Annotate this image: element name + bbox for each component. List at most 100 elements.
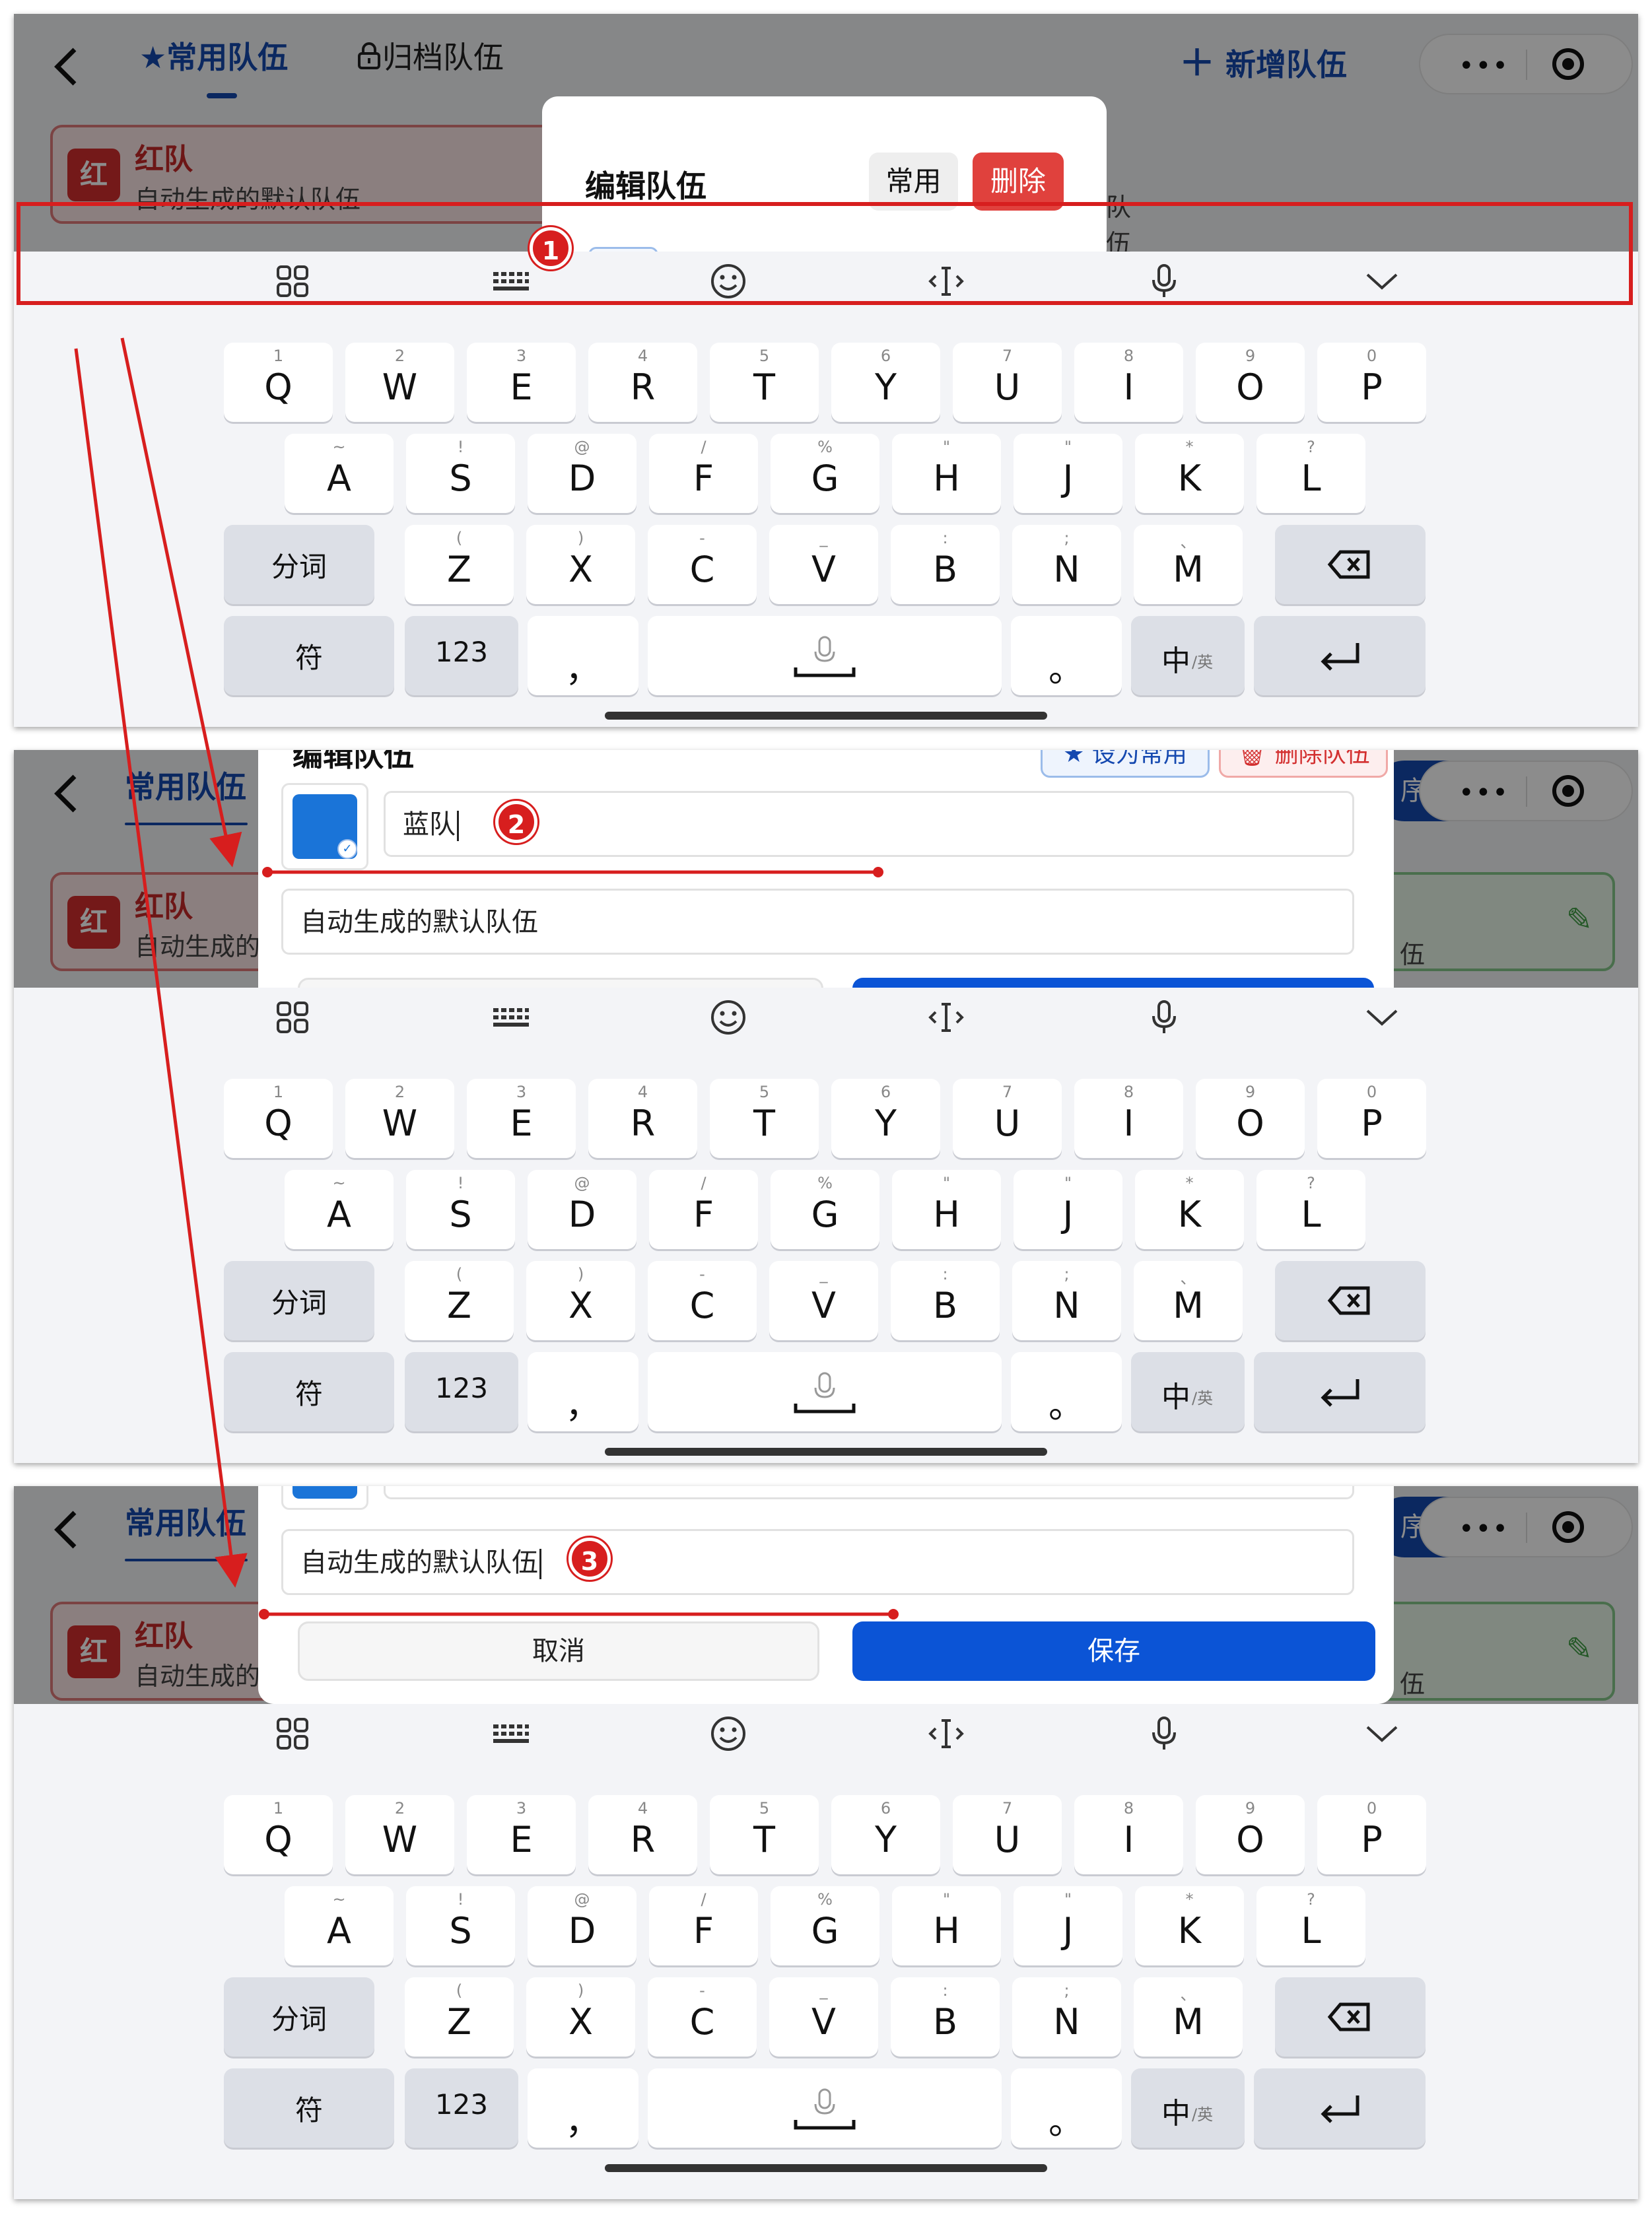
chevron-down-icon[interactable] <box>1362 1714 1402 1753</box>
key-k[interactable]: * K <box>1135 434 1244 513</box>
space-key[interactable] <box>648 2068 1002 2148</box>
key-r[interactable]: 4R <box>588 1079 697 1158</box>
key-y[interactable]: 6Y <box>831 1079 940 1158</box>
key-l[interactable]: ? L <box>1256 1170 1365 1249</box>
key-h[interactable]: " H <box>892 1886 1001 1965</box>
key-b[interactable]: :B <box>891 525 1000 604</box>
language-toggle-key[interactable]: 中/英 <box>1131 2068 1245 2148</box>
microphone-icon[interactable] <box>1144 1714 1184 1753</box>
color-picker[interactable]: ✓ <box>281 783 368 870</box>
key-x[interactable]: ) X <box>526 1977 635 2057</box>
save-button[interactable]: 保存 <box>852 1621 1375 1681</box>
backspace-key[interactable] <box>1275 525 1426 604</box>
symbol-key[interactable]: 符 <box>224 616 394 695</box>
symbol-key[interactable]: 符 <box>224 1352 394 1431</box>
language-toggle-key[interactable]: 中/英 <box>1131 1352 1245 1431</box>
color-picker[interactable] <box>281 1486 368 1510</box>
segment-key[interactable]: 分词 <box>224 525 374 604</box>
key-g[interactable]: % G <box>771 434 879 513</box>
key-s[interactable]: ! S <box>406 1170 515 1249</box>
key-z[interactable]: (Z <box>405 1977 514 2057</box>
key-p[interactable]: 0P <box>1317 1795 1426 1874</box>
key-h[interactable]: " H <box>892 1170 1001 1249</box>
key-p[interactable]: 0P <box>1317 1079 1426 1158</box>
key-m[interactable]: 、 M <box>1134 1261 1243 1340</box>
key-r[interactable]: 4R <box>588 343 697 422</box>
key-d[interactable]: @ D <box>528 1886 637 1965</box>
key-b[interactable]: :B <box>891 1261 1000 1340</box>
key-u[interactable]: 7U <box>953 343 1062 422</box>
set-common-button[interactable]: ★ 设为常用 <box>1041 750 1210 778</box>
key-f[interactable]: / F <box>649 434 758 513</box>
key-j[interactable]: " J <box>1014 1170 1122 1249</box>
team-description-input[interactable]: 自动生成的默认队伍 <box>281 1529 1354 1595</box>
key-y[interactable]: 6Y <box>831 343 940 422</box>
key-f[interactable]: / F <box>649 1886 758 1965</box>
key-w[interactable]: 2W <box>345 1079 454 1158</box>
key-o[interactable]: 9O <box>1196 1795 1305 1874</box>
key-q[interactable]: 1Q <box>224 343 333 422</box>
key-o[interactable]: 9O <box>1196 1079 1305 1158</box>
emoji-icon[interactable] <box>708 998 748 1037</box>
period-key[interactable]: 。 <box>1011 2068 1122 2148</box>
key-j[interactable]: " J <box>1014 1886 1122 1965</box>
comma-key[interactable]: ， <box>528 1352 638 1431</box>
microphone-icon[interactable] <box>1144 998 1184 1037</box>
key-a[interactable]: ~ A <box>285 1170 394 1249</box>
key-d[interactable]: @ D <box>528 1170 637 1249</box>
key-f[interactable]: / F <box>649 1170 758 1249</box>
symbol-key[interactable]: 符 <box>224 2068 394 2148</box>
key-n[interactable]: ; N <box>1012 525 1121 604</box>
apps-grid-icon[interactable] <box>273 1714 312 1753</box>
key-c[interactable]: -C <box>648 1977 757 2057</box>
segment-key[interactable]: 分词 <box>224 1261 374 1340</box>
key-h[interactable]: " H <box>892 434 1001 513</box>
space-key[interactable] <box>648 616 1002 695</box>
team-name-input[interactable] <box>384 1486 1354 1499</box>
key-g[interactable]: % G <box>771 1170 879 1249</box>
key-o[interactable]: 9O <box>1196 343 1305 422</box>
key-g[interactable]: % G <box>771 1886 879 1965</box>
key-l[interactable]: ? L <box>1256 1886 1365 1965</box>
key-x[interactable]: ) X <box>526 1261 635 1340</box>
key-i[interactable]: 8I <box>1074 1079 1183 1158</box>
key-t[interactable]: 5T <box>710 1079 819 1158</box>
key-t[interactable]: 5T <box>710 1795 819 1874</box>
key-k[interactable]: * K <box>1135 1170 1244 1249</box>
save-button[interactable] <box>852 978 1374 988</box>
key-m[interactable]: 、 M <box>1134 1977 1243 2057</box>
key-q[interactable]: 1Q <box>224 1079 333 1158</box>
enter-key[interactable] <box>1254 2068 1426 2148</box>
comma-key[interactable]: ， <box>528 616 638 695</box>
key-i[interactable]: 8I <box>1074 343 1183 422</box>
home-indicator[interactable] <box>605 712 1047 720</box>
cancel-button[interactable] <box>298 978 823 988</box>
key-w[interactable]: 2W <box>345 343 454 422</box>
team-description-input[interactable]: 自动生成的默认队伍 <box>281 889 1354 955</box>
key-z[interactable]: (Z <box>405 525 514 604</box>
key-v[interactable]: _ V <box>769 525 878 604</box>
key-s[interactable]: ! S <box>406 1886 515 1965</box>
key-v[interactable]: _ V <box>769 1261 878 1340</box>
delete-team-button[interactable]: 🗑 删除队伍 <box>1219 750 1388 778</box>
key-e[interactable]: 3E <box>467 343 576 422</box>
key-s[interactable]: ! S <box>406 434 515 513</box>
key-c[interactable]: -C <box>648 1261 757 1340</box>
period-key[interactable]: 。 <box>1011 1352 1122 1431</box>
key-k[interactable]: * K <box>1135 1886 1244 1965</box>
key-y[interactable]: 6Y <box>831 1795 940 1874</box>
number-key[interactable]: 123 <box>405 616 518 695</box>
language-toggle-key[interactable]: 中/英 <box>1131 616 1245 695</box>
cancel-button[interactable]: 取消 <box>298 1621 819 1681</box>
cursor-move-icon[interactable] <box>926 1714 966 1753</box>
home-indicator[interactable] <box>605 2164 1047 2172</box>
space-key[interactable] <box>648 1352 1002 1431</box>
key-n[interactable]: ; N <box>1012 1977 1121 2057</box>
key-u[interactable]: 7U <box>953 1079 1062 1158</box>
key-p[interactable]: 0P <box>1317 343 1426 422</box>
key-e[interactable]: 3E <box>467 1079 576 1158</box>
key-r[interactable]: 4R <box>588 1795 697 1874</box>
key-i[interactable]: 8I <box>1074 1795 1183 1874</box>
key-m[interactable]: 、 M <box>1134 525 1243 604</box>
home-indicator[interactable] <box>605 1448 1047 1456</box>
